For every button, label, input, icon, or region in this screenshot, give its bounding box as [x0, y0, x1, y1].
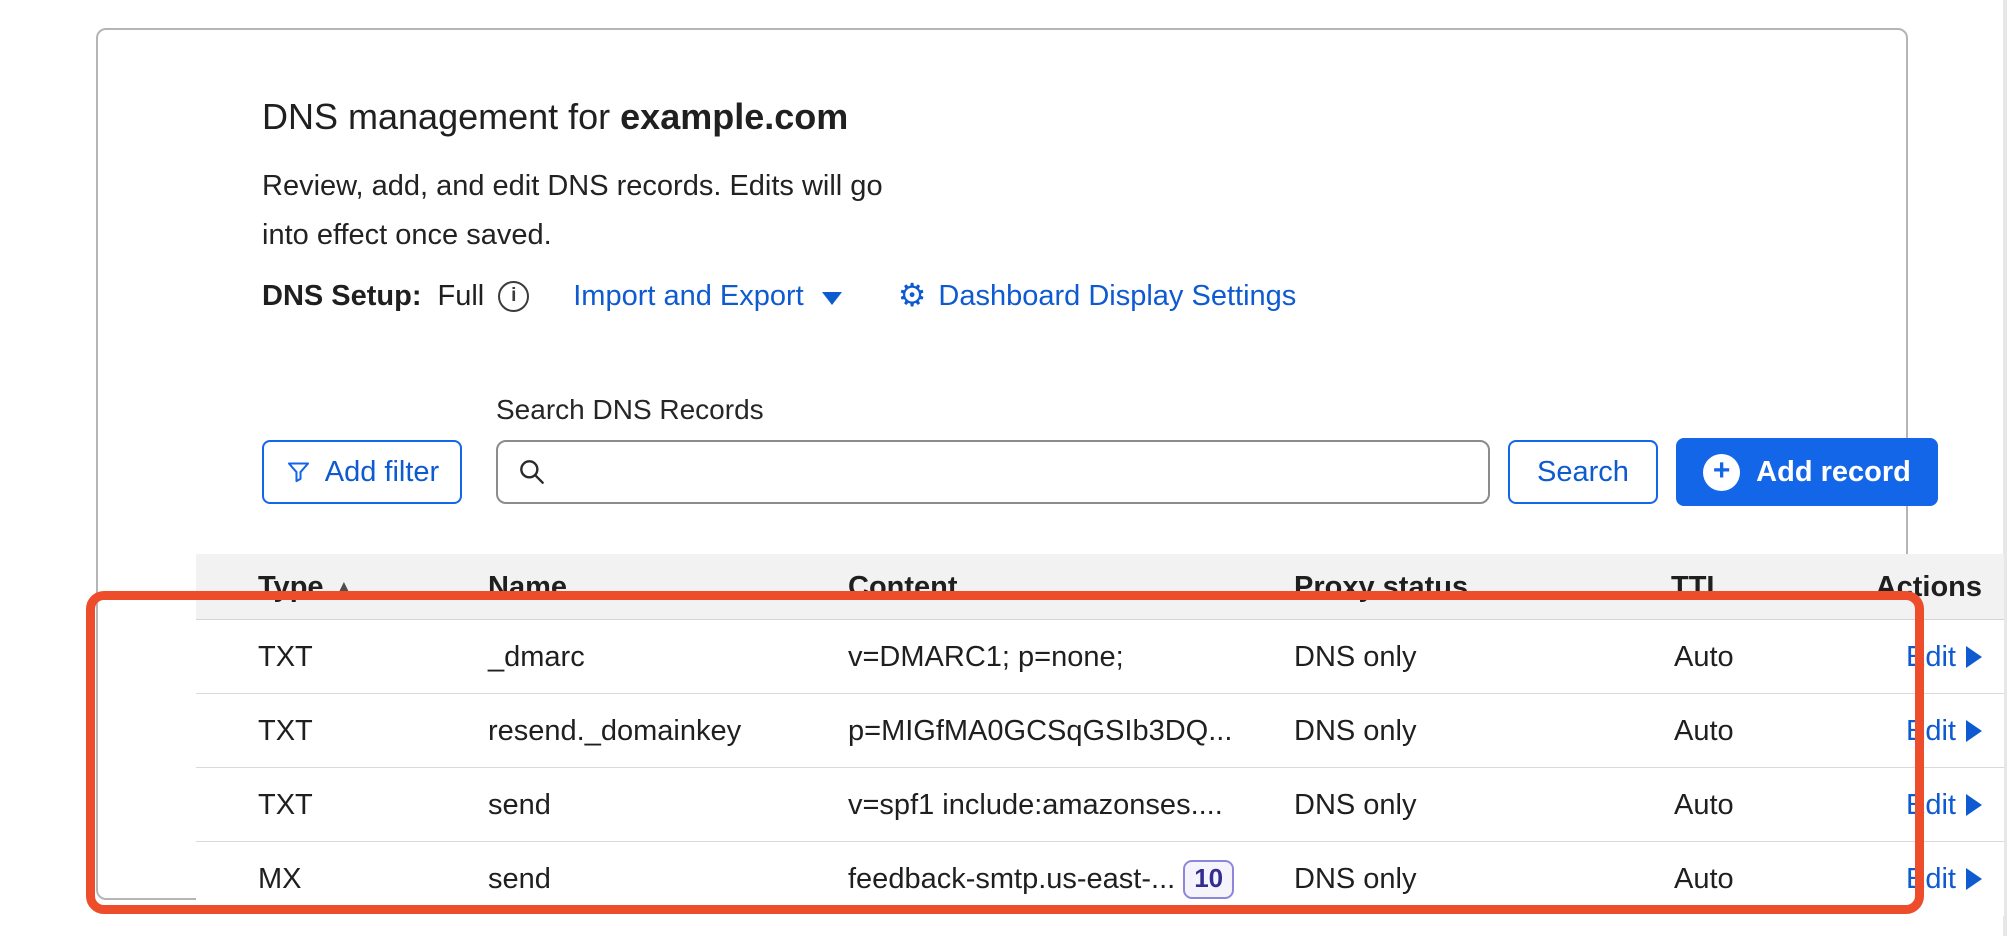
column-header-actions: Actions — [1876, 554, 1982, 620]
search-input-wrap — [496, 440, 1490, 504]
record-content: v=spf1 include:amazonses.... — [848, 768, 1223, 842]
filter-funnel-icon — [285, 459, 312, 486]
edit-label: Edit — [1906, 641, 1956, 674]
add-record-label: Add record — [1756, 456, 1911, 489]
record-content-text: feedback-smtp.us-east-... — [848, 863, 1175, 896]
record-ttl: Auto — [1674, 694, 1734, 768]
record-content: p=MIGfMA0GCSqGSIb3DQ... — [848, 694, 1232, 768]
record-proxy-status: DNS only — [1294, 620, 1417, 694]
dashboard-display-settings-label: Dashboard Display Settings — [938, 280, 1296, 313]
import-export-label: Import and Export — [573, 280, 804, 313]
add-record-button[interactable]: + Add record — [1676, 438, 1938, 506]
column-header-type[interactable]: Type ▲ — [258, 554, 352, 620]
record-ttl: Auto — [1674, 620, 1734, 694]
info-icon[interactable]: i — [498, 281, 529, 312]
sort-ascending-icon: ▲ — [336, 577, 353, 597]
page-title: DNS management forexample.com — [262, 96, 848, 138]
dns-management-card: DNS management forexample.com Review, ad… — [96, 28, 1908, 900]
record-proxy-status: DNS only — [1294, 842, 1417, 916]
record-name: send — [488, 842, 551, 916]
dashboard-display-settings-link[interactable]: ⚙ Dashboard Display Settings — [898, 280, 1297, 313]
chevron-right-icon — [1966, 720, 1982, 742]
record-proxy-status: DNS only — [1294, 768, 1417, 842]
page-title-domain: example.com — [620, 96, 848, 137]
edit-record-button[interactable]: Edit — [1906, 715, 1982, 748]
record-proxy-status: DNS only — [1294, 694, 1417, 768]
edit-label: Edit — [1906, 789, 1956, 822]
dns-setup-row: DNS Setup: Full i Import and Export ⚙ Da… — [262, 274, 1296, 318]
edit-label: Edit — [1906, 863, 1956, 896]
dns-setup-label: DNS Setup: — [262, 280, 422, 313]
chevron-right-icon — [1966, 868, 1982, 890]
column-header-content[interactable]: Content — [848, 554, 958, 620]
record-name: send — [488, 768, 551, 842]
edit-record-button[interactable]: Edit — [1906, 789, 1982, 822]
record-content: feedback-smtp.us-east-... 10 — [848, 842, 1234, 916]
records-table-header: Type ▲ Name Content Proxy status TTL Act… — [196, 554, 2004, 620]
page-title-prefix: DNS management for — [262, 96, 610, 137]
record-ttl: Auto — [1674, 842, 1734, 916]
records-table-body: TXT _dmarc v=DMARC1; p=none; DNS only Au… — [196, 620, 2004, 916]
gear-icon: ⚙ — [898, 279, 927, 311]
record-type: TXT — [258, 620, 313, 694]
record-type: MX — [258, 842, 302, 916]
plus-icon: + — [1703, 454, 1740, 491]
search-button[interactable]: Search — [1508, 440, 1658, 504]
mx-priority-badge: 10 — [1183, 860, 1234, 899]
table-row: TXT resend._domainkey p=MIGfMA0GCSqGSIb3… — [196, 694, 2004, 768]
chevron-right-icon — [1966, 794, 1982, 816]
chevron-down-icon — [822, 292, 842, 305]
column-header-ttl[interactable]: TTL — [1671, 554, 1724, 620]
record-type: TXT — [258, 694, 313, 768]
edit-record-button[interactable]: Edit — [1906, 863, 1982, 896]
page-subtitle: Review, add, and edit DNS records. Edits… — [262, 162, 892, 260]
dns-management-page: DNS management forexample.com Review, ad… — [0, 0, 2012, 936]
chevron-right-icon — [1966, 646, 1982, 668]
record-name: resend._domainkey — [488, 694, 741, 768]
edit-record-button[interactable]: Edit — [1906, 641, 1982, 674]
add-filter-button[interactable]: Add filter — [262, 440, 462, 504]
record-content: v=DMARC1; p=none; — [848, 620, 1124, 694]
edit-label: Edit — [1906, 715, 1956, 748]
column-header-name[interactable]: Name — [488, 554, 567, 620]
add-filter-label: Add filter — [325, 456, 439, 489]
column-header-type-label: Type — [258, 571, 324, 604]
column-header-proxy-status[interactable]: Proxy status — [1294, 554, 1468, 620]
import-export-link[interactable]: Import and Export — [573, 280, 842, 313]
table-row: MX send feedback-smtp.us-east-... 10 DNS… — [196, 842, 2004, 916]
search-records-label: Search DNS Records — [496, 394, 764, 426]
record-name: _dmarc — [488, 620, 585, 694]
search-button-label: Search — [1537, 456, 1629, 489]
table-row: TXT send v=spf1 include:amazonses.... DN… — [196, 768, 2004, 842]
search-dns-records-input[interactable] — [496, 440, 1490, 504]
record-ttl: Auto — [1674, 768, 1734, 842]
table-row: TXT _dmarc v=DMARC1; p=none; DNS only Au… — [196, 620, 2004, 694]
record-type: TXT — [258, 768, 313, 842]
dns-setup-value: Full — [438, 280, 485, 313]
